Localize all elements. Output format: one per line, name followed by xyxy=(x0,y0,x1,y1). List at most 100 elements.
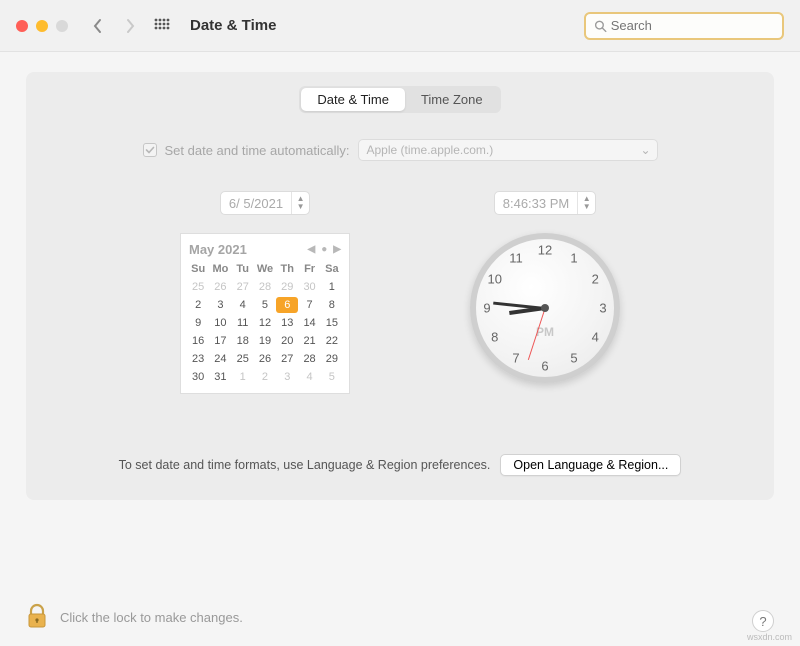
calendar-day[interactable]: 29 xyxy=(321,351,343,367)
lock-icon[interactable] xyxy=(26,603,48,632)
calendar-day[interactable]: 7 xyxy=(298,297,320,313)
calendar-day[interactable]: 5 xyxy=(321,369,343,385)
calendar-day[interactable]: 1 xyxy=(321,279,343,295)
calendar-day[interactable]: 18 xyxy=(232,333,254,349)
calendar-dow: Mo xyxy=(209,261,231,277)
stepper-arrows-icon[interactable]: ▲▼ xyxy=(291,192,309,214)
zoom-window-button[interactable] xyxy=(56,20,68,32)
calendar-day[interactable]: 20 xyxy=(276,333,298,349)
auto-set-label: Set date and time automatically: xyxy=(165,143,350,158)
calendar-day[interactable]: 26 xyxy=(209,279,231,295)
calendar-day[interactable]: 27 xyxy=(232,279,254,295)
check-icon xyxy=(145,145,155,155)
calendar-day[interactable]: 28 xyxy=(298,351,320,367)
forward-button[interactable] xyxy=(118,12,142,40)
calendar-day[interactable]: 3 xyxy=(209,297,231,313)
calendar-prev-button[interactable]: ◀ xyxy=(308,244,316,255)
calendar-day[interactable]: 19 xyxy=(254,333,276,349)
calendar-day[interactable]: 22 xyxy=(321,333,343,349)
calendar-dow: Sa xyxy=(321,261,343,277)
minimize-window-button[interactable] xyxy=(36,20,48,32)
search-field[interactable] xyxy=(584,12,784,40)
close-window-button[interactable] xyxy=(16,20,28,32)
calendar-day[interactable]: 9 xyxy=(187,315,209,331)
calendar-day[interactable]: 28 xyxy=(254,279,276,295)
auto-set-checkbox[interactable] xyxy=(143,143,157,157)
search-input[interactable] xyxy=(611,18,774,33)
calendar-day[interactable]: 31 xyxy=(209,369,231,385)
calendar-day[interactable]: 24 xyxy=(209,351,231,367)
help-button[interactable]: ? xyxy=(752,610,774,632)
calendar-day[interactable]: 25 xyxy=(187,279,209,295)
date-value: 6/ 5/2021 xyxy=(221,196,291,211)
calendar-day[interactable]: 14 xyxy=(298,315,320,331)
back-button[interactable] xyxy=(86,12,110,40)
tab-bar: Date & Time Time Zone xyxy=(299,86,500,113)
calendar-day[interactable]: 26 xyxy=(254,351,276,367)
clock-number: 3 xyxy=(599,301,606,316)
calendar: May 2021 ◀ ● ▶ SuMoTuWeThFrSa25262728293… xyxy=(180,233,350,394)
stepper-arrows-icon[interactable]: ▲▼ xyxy=(577,192,595,214)
show-all-button[interactable] xyxy=(150,12,174,40)
calendar-day[interactable]: 4 xyxy=(298,369,320,385)
calendar-dow: Su xyxy=(187,261,209,277)
tab-date-time[interactable]: Date & Time xyxy=(301,88,405,111)
clock-number: 11 xyxy=(509,250,523,265)
calendar-day[interactable]: 11 xyxy=(232,315,254,331)
time-server-value: Apple (time.apple.com.) xyxy=(367,143,494,157)
window-title: Date & Time xyxy=(190,17,276,34)
chevron-down-icon: ⌄ xyxy=(640,143,650,157)
clock-number: 6 xyxy=(541,359,548,374)
time-server-select[interactable]: Apple (time.apple.com.) ⌄ xyxy=(358,139,658,161)
window-controls xyxy=(16,20,68,32)
analog-clock: 123456789101112 PM xyxy=(470,233,620,383)
calendar-day[interactable]: 16 xyxy=(187,333,209,349)
clock-number: 8 xyxy=(491,330,498,345)
calendar-day[interactable]: 30 xyxy=(187,369,209,385)
calendar-dow: Fr xyxy=(298,261,320,277)
calendar-day[interactable]: 25 xyxy=(232,351,254,367)
calendar-day[interactable]: 12 xyxy=(254,315,276,331)
time-stepper[interactable]: 8:46:33 PM ▲▼ xyxy=(494,191,597,215)
date-stepper[interactable]: 6/ 5/2021 ▲▼ xyxy=(220,191,310,215)
tab-time-zone[interactable]: Time Zone xyxy=(405,88,499,111)
clock-number: 5 xyxy=(570,351,577,366)
calendar-day[interactable]: 2 xyxy=(254,369,276,385)
calendar-day[interactable]: 15 xyxy=(321,315,343,331)
watermark-label: wsxdn.com xyxy=(747,632,792,642)
calendar-month-label: May 2021 xyxy=(189,242,247,257)
calendar-day[interactable]: 4 xyxy=(232,297,254,313)
clock-number: 9 xyxy=(483,301,490,316)
clock-pin-icon xyxy=(541,304,549,312)
calendar-day[interactable]: 3 xyxy=(276,369,298,385)
calendar-day[interactable]: 5 xyxy=(254,297,276,313)
clock-number: 2 xyxy=(592,272,599,287)
calendar-today-button[interactable]: ● xyxy=(321,244,327,255)
format-hint-label: To set date and time formats, use Langua… xyxy=(119,458,491,472)
calendar-day[interactable]: 2 xyxy=(187,297,209,313)
chevron-left-icon xyxy=(93,18,103,34)
calendar-day[interactable]: 30 xyxy=(298,279,320,295)
calendar-day[interactable]: 21 xyxy=(298,333,320,349)
clock-number: 7 xyxy=(512,351,519,366)
search-icon xyxy=(594,19,607,33)
minute-hand xyxy=(493,301,545,309)
lock-hint-label: Click the lock to make changes. xyxy=(60,610,243,625)
calendar-dow: Th xyxy=(276,261,298,277)
calendar-day[interactable]: 17 xyxy=(209,333,231,349)
clock-number: 12 xyxy=(538,243,552,258)
grid-icon xyxy=(154,18,170,34)
calendar-day[interactable]: 6 xyxy=(276,297,298,313)
calendar-day[interactable]: 13 xyxy=(276,315,298,331)
open-language-region-button[interactable]: Open Language & Region... xyxy=(500,454,681,476)
calendar-day[interactable]: 27 xyxy=(276,351,298,367)
calendar-day[interactable]: 10 xyxy=(209,315,231,331)
calendar-next-button[interactable]: ▶ xyxy=(333,244,341,255)
calendar-day[interactable]: 8 xyxy=(321,297,343,313)
calendar-dow: We xyxy=(254,261,276,277)
calendar-day[interactable]: 23 xyxy=(187,351,209,367)
calendar-day[interactable]: 29 xyxy=(276,279,298,295)
calendar-day[interactable]: 1 xyxy=(232,369,254,385)
clock-number: 1 xyxy=(570,250,577,265)
preferences-panel: Date & Time Time Zone Set date and time … xyxy=(26,72,774,500)
